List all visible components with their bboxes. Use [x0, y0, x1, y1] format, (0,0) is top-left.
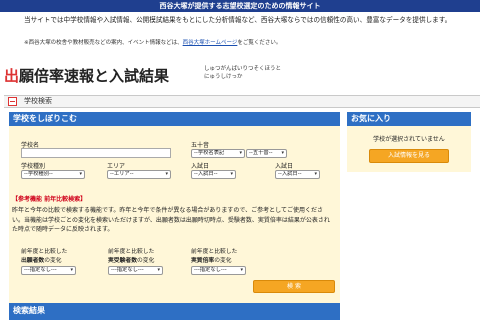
results-header: 検索結果 [9, 303, 340, 320]
chevron-down-icon: ▾ [165, 171, 168, 177]
page-title: 出願倍率速報と入試結果 [4, 65, 169, 86]
chevron-down-icon: ▾ [240, 267, 243, 273]
favorites-panel: お気に入り 学校が選択されていません 入試情報を見る [347, 112, 471, 172]
compare-ratio-select[interactable]: ---指定なし--- ▾ [191, 266, 246, 275]
ruby-line-2: にゅうしけっか [204, 74, 243, 80]
school-type-select[interactable]: --学校種別-- ▾ [21, 170, 85, 179]
chevron-down-icon: ▾ [230, 171, 233, 177]
compare-takers-suffix: の変化 [137, 257, 155, 264]
favorites-header: お気に入り [347, 112, 471, 126]
search-button[interactable]: 検 索 [253, 280, 335, 293]
area-select-text: --エリア-- [110, 171, 134, 177]
gojuon-select-2[interactable]: --五十音-- ▾ [246, 149, 287, 158]
page-title-rest: 願倍率速報と入試結果 [19, 67, 170, 85]
entrance-date-select-1-text: --入試日-- [194, 171, 218, 177]
search-panel-header: 学校をしぼりこむ [9, 112, 340, 126]
note-suffix: をご覧ください。 [237, 40, 282, 46]
compare-takers-select[interactable]: ---指定なし--- ▾ [108, 266, 163, 275]
ruby-line-1: しゅつがんばいりつそくほうと [204, 66, 282, 72]
compare-ratio-bold: 実質倍率 [191, 257, 215, 264]
compare-applicants-bold: 出願者数 [21, 257, 45, 264]
reference-body-2: 当機能は学校ごとの変化を検索いただけますが、出願者数は出願時切時点、受験者数、実… [12, 216, 330, 234]
compare-applicants-label: 前年度と比較した 出願者数の変化 [21, 248, 67, 265]
school-type-label: 学校種別 [21, 163, 46, 170]
compare-takers-select-text: ---指定なし--- [111, 267, 144, 273]
area-select[interactable]: --エリア-- ▾ [107, 170, 171, 179]
page-title-ruby: しゅつがんばいりつそくほうと にゅうしけっか [204, 65, 281, 81]
chevron-down-icon: ▾ [239, 150, 242, 156]
entrance-date-label-1: 入試日 [191, 163, 210, 170]
entrance-date-select-1[interactable]: --入試日-- ▾ [191, 170, 236, 179]
reference-body: 昨年と今年の比較で検索する機能です。昨年と今年で条件が異なる場合がありますので、… [12, 206, 334, 235]
compare-prefix: 前年度と比較した [191, 249, 238, 255]
chevron-down-icon: ▾ [79, 171, 82, 177]
compare-takers-text: 実受験者数の変化 [108, 257, 154, 266]
gojuon-select-1-text: --学校名表記 [194, 150, 225, 156]
compare-ratio-select-text: ---指定なし--- [194, 267, 227, 273]
compare-prefix: 前年度と比較した [108, 249, 155, 255]
gojuon-select-1[interactable]: --学校名表記 ▾ [191, 149, 245, 158]
compare-ratio-text: 実質倍率の変化 [191, 257, 237, 266]
entrance-date-label-2: 入試日 [275, 163, 294, 170]
minus-box-icon[interactable] [8, 97, 17, 106]
breadcrumb: 学校検索 [4, 95, 480, 108]
page-header: 出願倍率速報と入試結果 しゅつがんばいりつそくほうと にゅうしけっか [4, 62, 480, 92]
compare-applicants-select-text: ---指定なし--- [24, 267, 57, 273]
view-entrance-info-button[interactable]: 入試情報を見る [369, 149, 449, 163]
compare-applicants-suffix: の変化 [44, 257, 62, 264]
chevron-down-icon: ▾ [314, 171, 317, 177]
entrance-date-select-2-text: --入試日-- [278, 171, 302, 177]
school-name-input[interactable] [21, 148, 171, 158]
gojuon-select-2-text: --五十音-- [249, 150, 273, 156]
breadcrumb-label: 学校検索 [24, 97, 52, 105]
favorites-empty-message: 学校が選択されていません [373, 136, 445, 143]
compare-takers-bold: 実受験者数 [108, 257, 137, 264]
intro-text: 当サイトでは中学校情報や入試情報、公開模試結果をもとにした分析情報など、西谷大塚… [24, 16, 452, 24]
chevron-down-icon: ▾ [70, 267, 73, 273]
compare-prefix: 前年度と比較した [21, 249, 68, 255]
page-title-first: 出 [4, 67, 20, 85]
compare-applicants-text: 出願者数の変化 [21, 257, 67, 266]
area-label: エリア [107, 163, 126, 170]
compare-ratio-suffix: の変化 [214, 257, 232, 264]
school-type-select-text: --学校種別-- [24, 171, 53, 177]
note-prefix: ※西谷大塚の校舎や教材販売などの案内、イベント情報などは、 [24, 40, 183, 46]
homepage-link[interactable]: 西谷大塚ホームページ [183, 40, 238, 46]
intro-note: ※西谷大塚の校舎や教材販売などの案内、イベント情報などは、西谷大塚ホームページを… [24, 38, 281, 46]
chevron-down-icon: ▾ [281, 150, 284, 156]
reference-title: 【参考機能 前年比較検索】 [12, 196, 87, 203]
entrance-date-select-2[interactable]: --入試日-- ▾ [275, 170, 320, 179]
gojuon-label: 五十音 [191, 142, 210, 149]
top-banner: 西谷大塚が提供する志望校選定のための情報サイト [0, 0, 480, 12]
compare-applicants-select[interactable]: ---指定なし--- ▾ [21, 266, 76, 275]
compare-takers-label: 前年度と比較した 実受験者数の変化 [108, 248, 154, 265]
chevron-down-icon: ▾ [157, 267, 160, 273]
compare-ratio-label: 前年度と比較した 実質倍率の変化 [191, 248, 237, 265]
